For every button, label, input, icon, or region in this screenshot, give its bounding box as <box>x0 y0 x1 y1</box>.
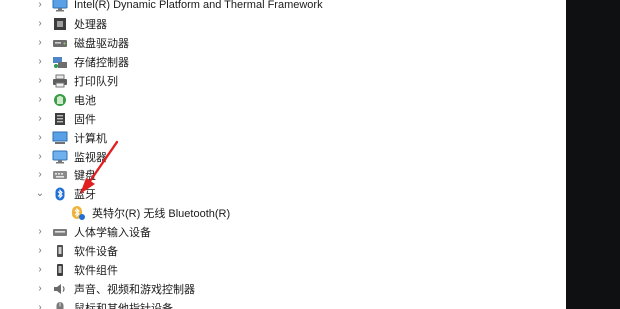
tree-item-label: 英特尔(R) 无线 Bluetooth(R) <box>92 208 231 221</box>
mouse-icon <box>52 301 68 309</box>
tree-item-label: 键盘 <box>74 170 96 183</box>
tree-item-label: 软件组件 <box>74 264 118 277</box>
tree-item-computer[interactable]: › 计算机 <box>0 128 566 147</box>
processor-icon <box>52 17 68 31</box>
disk-icon <box>52 36 68 50</box>
hid-icon <box>52 225 68 239</box>
tree-item-label: 蓝牙 <box>74 189 96 202</box>
chevron-right-icon[interactable]: › <box>34 37 46 49</box>
tree-item-label: 存储控制器 <box>74 57 129 70</box>
chevron-down-icon[interactable]: ⌄ <box>34 188 46 200</box>
chevron-right-icon[interactable]: › <box>34 132 46 144</box>
tree-item-keyboards[interactable]: › 键盘 <box>0 166 566 185</box>
chevron-right-icon[interactable]: › <box>34 283 46 295</box>
tree-item-label: 鼠标和其他指针设备 <box>74 302 173 309</box>
tree-item-label: 处理器 <box>74 19 107 32</box>
chevron-right-icon[interactable]: › <box>34 151 46 163</box>
firmware-icon <box>52 112 68 126</box>
tree-item-label: Intel(R) Dynamic Platform and Thermal Fr… <box>74 0 323 12</box>
printer-icon <box>52 74 68 88</box>
sound-icon <box>52 282 68 296</box>
tree-item-print-queues[interactable]: › 打印队列 <box>0 72 566 91</box>
tree-item-label: 磁盘驱动器 <box>74 38 129 51</box>
tree-item-intel-wireless-bluetooth[interactable]: 英特尔(R) 无线 Bluetooth(R) <box>0 204 566 223</box>
chevron-right-icon[interactable]: › <box>34 94 46 106</box>
bluetooth-device-icon <box>70 205 86 221</box>
tree-item-intel-dptf[interactable]: › Intel(R) Dynamic Platform and Thermal … <box>0 0 566 15</box>
chevron-right-icon[interactable]: › <box>34 264 46 276</box>
chevron-right-icon[interactable]: › <box>34 302 46 309</box>
chevron-right-icon[interactable]: › <box>34 56 46 68</box>
storage-controller-icon <box>52 55 68 69</box>
chevron-right-icon[interactable]: › <box>34 226 46 238</box>
tree-item-software-components[interactable]: › 软件组件 <box>0 260 566 279</box>
tree-item-software-devices[interactable]: › 软件设备 <box>0 242 566 261</box>
chevron-right-icon[interactable]: › <box>34 113 46 125</box>
tree-item-label: 电池 <box>74 94 96 107</box>
tree-item-label: 声音、视频和游戏控制器 <box>74 283 195 296</box>
tree-item-label: 监视器 <box>74 151 107 164</box>
tree-item-firmware[interactable]: › 固件 <box>0 109 566 128</box>
monitor-icon <box>52 0 68 12</box>
computer-icon <box>52 131 68 145</box>
tree-item-label: 计算机 <box>74 132 107 145</box>
tree-item-monitors[interactable]: › 监视器 <box>0 147 566 166</box>
tree-item-label: 固件 <box>74 113 96 126</box>
tree-item-hid[interactable]: › 人体学输入设备 <box>0 223 566 242</box>
chevron-right-icon[interactable]: › <box>34 75 46 87</box>
tree-item-storage-controllers[interactable]: › 存储控制器 <box>0 53 566 72</box>
tree-item-label: 人体学输入设备 <box>74 227 151 240</box>
battery-icon <box>52 93 68 107</box>
keyboard-icon <box>52 168 68 182</box>
tree-item-processor[interactable]: › 处理器 <box>0 15 566 34</box>
monitor-icon <box>52 150 68 164</box>
chevron-right-icon[interactable]: › <box>34 245 46 257</box>
software-device-icon <box>52 244 68 258</box>
software-component-icon <box>52 263 68 277</box>
device-manager-panel: › Intel(R) Dynamic Platform and Thermal … <box>0 0 566 309</box>
tree-item-bluetooth[interactable]: ⌄ 蓝牙 <box>0 185 566 204</box>
tree-item-batteries[interactable]: › 电池 <box>0 90 566 109</box>
chevron-right-icon[interactable]: › <box>34 18 46 30</box>
tree-item-disk-drives[interactable]: › 磁盘驱动器 <box>0 34 566 53</box>
tree-item-sound-video-game[interactable]: › 声音、视频和游戏控制器 <box>0 279 566 298</box>
device-tree: › Intel(R) Dynamic Platform and Thermal … <box>0 0 566 309</box>
tree-item-label: 打印队列 <box>74 76 118 88</box>
tree-item-label: 软件设备 <box>74 246 118 259</box>
chevron-right-icon[interactable]: › <box>34 0 46 11</box>
bluetooth-icon <box>52 187 68 201</box>
chevron-right-icon[interactable]: › <box>34 169 46 181</box>
tree-item-mice[interactable]: › 鼠标和其他指针设备 <box>0 298 566 309</box>
